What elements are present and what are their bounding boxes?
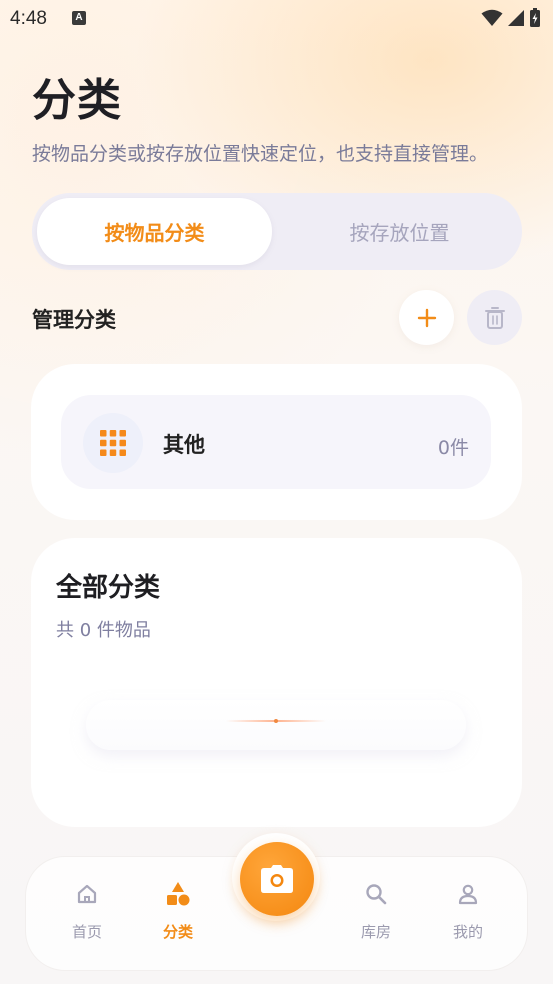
page-subtitle: 按物品分类或按存放位置快速定位，也支持直接管理。: [32, 143, 489, 165]
category-list-card: 其他 0件: [31, 364, 522, 520]
nav-item-home[interactable]: 首页: [52, 877, 122, 942]
camera-button[interactable]: [240, 842, 314, 916]
search-icon: [366, 884, 387, 905]
empty-state-dot: [274, 719, 278, 723]
all-categories-summary: 共 0 件物品: [56, 620, 151, 641]
nav-label-category: 分类: [162, 923, 193, 941]
grid-icon: [83, 413, 143, 473]
signal-icon: [508, 10, 524, 26]
status-icons: [481, 8, 541, 28]
all-categories-title: 全部分类: [56, 573, 161, 603]
category-item-other[interactable]: 其他 0件: [61, 395, 491, 489]
add-category-button[interactable]: [399, 290, 454, 345]
tab-by-item[interactable]: 按物品分类: [37, 198, 272, 265]
wifi-icon: [481, 9, 503, 26]
manage-categories-label: 管理分类: [32, 308, 116, 332]
nav-label-mine: 我的: [452, 923, 483, 941]
home-icon: [77, 884, 97, 904]
notification-icon: A: [72, 11, 86, 25]
category-name: 其他: [163, 433, 205, 457]
nav-item-storage[interactable]: 库房: [341, 877, 411, 942]
empty-state-placeholder: [86, 700, 466, 750]
nav-label-home: 首页: [71, 923, 102, 941]
tab-by-location[interactable]: 按存放位置: [282, 198, 517, 265]
status-bar: 4:48 A: [0, 0, 553, 38]
nav-item-mine[interactable]: 我的: [433, 877, 503, 942]
camera-icon: [261, 865, 293, 893]
all-categories-card: 全部分类 共 0 件物品: [31, 538, 522, 827]
trash-icon: [484, 306, 505, 329]
page-title: 分类: [32, 75, 122, 126]
battery-icon: [530, 8, 540, 27]
status-time: 4:48: [10, 8, 47, 29]
nav-label-storage: 库房: [360, 923, 391, 941]
delete-category-button[interactable]: [467, 290, 522, 345]
shapes-icon: [167, 882, 190, 906]
category-mode-segment: 按物品分类 按存放位置: [32, 193, 522, 270]
nav-item-category[interactable]: 分类: [143, 877, 213, 942]
category-count: 0件: [437, 437, 469, 459]
plus-icon: [417, 308, 436, 327]
user-icon: [458, 884, 478, 905]
